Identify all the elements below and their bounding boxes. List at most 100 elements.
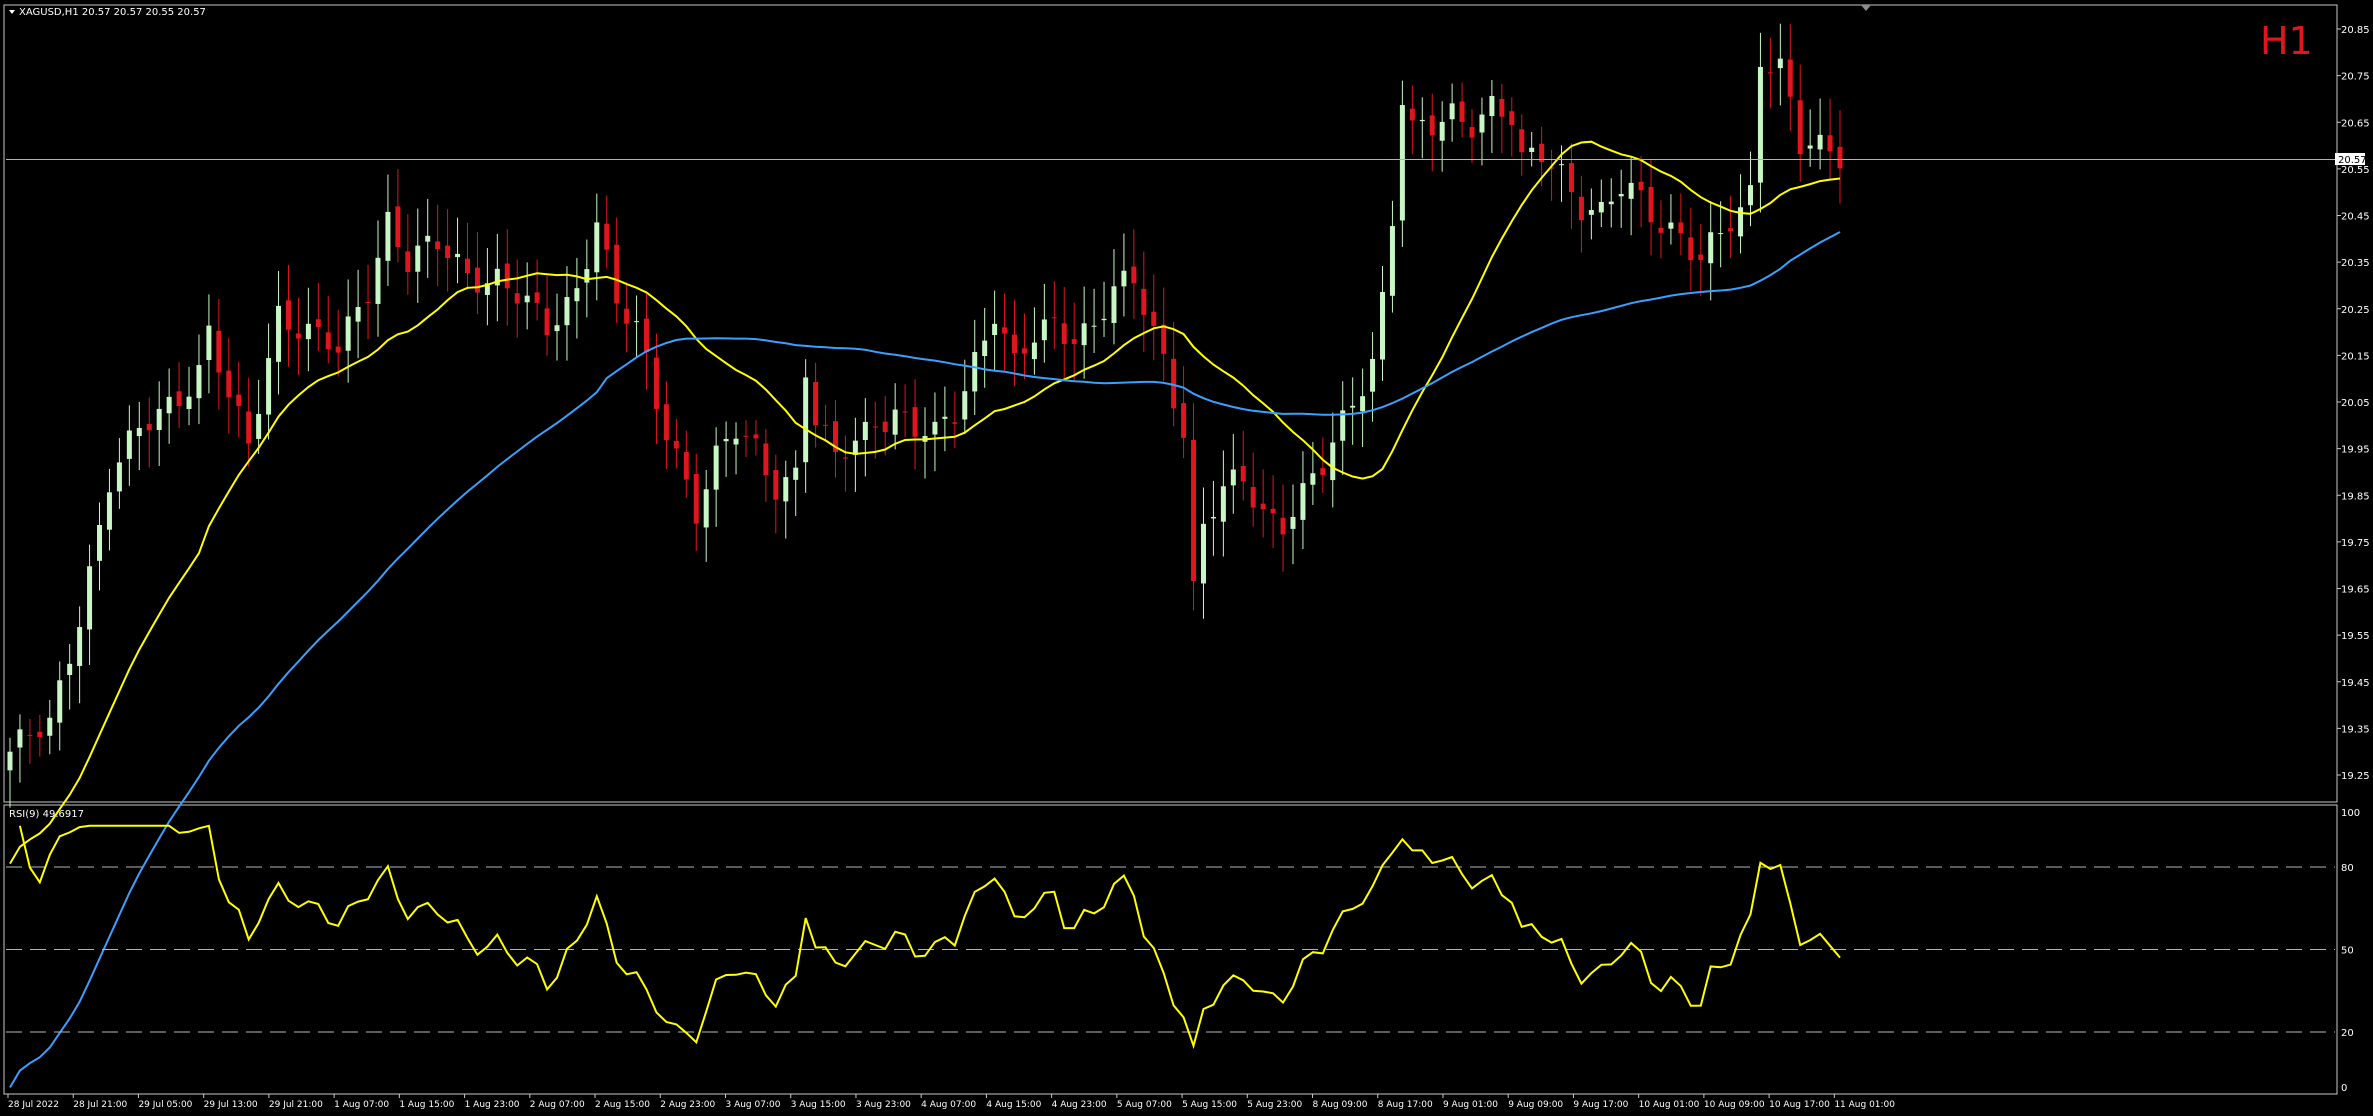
candle-body bbox=[1121, 270, 1127, 287]
price-tick-label: 20.25 bbox=[2341, 305, 2370, 316]
candle-body bbox=[1509, 111, 1515, 125]
candle-body bbox=[1568, 163, 1574, 193]
candle-body bbox=[1529, 147, 1535, 152]
candle-body bbox=[673, 440, 679, 449]
candle-body bbox=[1210, 516, 1216, 519]
candle-body bbox=[435, 241, 441, 250]
candle-body bbox=[216, 330, 222, 373]
candle-body bbox=[87, 566, 93, 630]
candle-body bbox=[1041, 319, 1047, 341]
candle-body bbox=[57, 680, 63, 723]
chart-canvas[interactable]: 20.85 20.75 20.65 20.55 20.45 20.35 20.25 20.15… bbox=[0, 0, 2373, 1116]
candle-body bbox=[723, 438, 729, 442]
candle-body bbox=[574, 288, 580, 302]
candle-body bbox=[1290, 516, 1296, 529]
symbol-header: XAGUSD,H1 20.57 20.57 20.55 20.57 bbox=[19, 7, 206, 18]
time-tick-label: 29 Jul 21:00 bbox=[269, 1100, 323, 1110]
candle-body bbox=[1131, 266, 1137, 284]
candle-body bbox=[1608, 201, 1614, 205]
candle-body bbox=[554, 325, 560, 332]
candle-body bbox=[196, 365, 202, 399]
shift-marker-icon[interactable] bbox=[1861, 5, 1871, 11]
candle-body bbox=[1101, 318, 1107, 321]
candle-body bbox=[1439, 121, 1445, 141]
price-tick-label: 19.55 bbox=[2341, 631, 2370, 642]
candle-body bbox=[743, 435, 749, 437]
time-tick-label: 9 Aug 09:00 bbox=[1508, 1100, 1563, 1110]
price-tick-label: 19.85 bbox=[2341, 491, 2370, 502]
candle-body bbox=[1777, 58, 1783, 69]
trading-chart[interactable]: 20.85 20.75 20.65 20.55 20.45 20.35 20.25 20.15… bbox=[0, 0, 2373, 1116]
candle-body bbox=[693, 474, 699, 524]
candle-body bbox=[1191, 439, 1197, 581]
candle-body bbox=[634, 321, 640, 323]
candle-body bbox=[1728, 228, 1734, 232]
candle-body bbox=[325, 332, 331, 350]
candle-body bbox=[803, 377, 809, 463]
symbol-dropdown-icon[interactable] bbox=[9, 10, 15, 14]
time-tick-label: 3 Aug 07:00 bbox=[725, 1100, 780, 1110]
candle-body bbox=[1161, 324, 1167, 354]
candle-body bbox=[793, 467, 799, 480]
time-tick-label: 9 Aug 17:00 bbox=[1573, 1100, 1628, 1110]
time-tick-label: 2 Aug 23:00 bbox=[660, 1100, 715, 1110]
candle-body bbox=[1628, 182, 1634, 199]
candle-body bbox=[703, 489, 709, 528]
time-tick-label: 4 Aug 15:00 bbox=[986, 1100, 1041, 1110]
candle-body bbox=[733, 438, 739, 445]
time-tick-label: 5 Aug 07:00 bbox=[1117, 1100, 1172, 1110]
candle-body bbox=[176, 391, 182, 406]
candle-body bbox=[1002, 327, 1008, 334]
price-tick-label: 20.15 bbox=[2341, 351, 2370, 362]
candle-body bbox=[624, 308, 630, 324]
candle-body bbox=[285, 300, 291, 330]
candle-body bbox=[1111, 286, 1117, 323]
time-tick-label: 2 Aug 07:00 bbox=[530, 1100, 585, 1110]
time-tick-label: 1 Aug 07:00 bbox=[334, 1100, 389, 1110]
candle-body bbox=[823, 424, 829, 426]
candle-body bbox=[1320, 468, 1326, 475]
candle-body bbox=[1270, 508, 1276, 514]
rsi-tick-label: 20 bbox=[2341, 1028, 2354, 1039]
time-tick-label: 3 Aug 23:00 bbox=[856, 1100, 911, 1110]
price-tick-label: 19.65 bbox=[2341, 585, 2370, 596]
candle-body bbox=[1081, 323, 1087, 346]
candle-body bbox=[544, 308, 550, 336]
candle-body bbox=[1280, 517, 1286, 535]
price-tick-label: 20.45 bbox=[2341, 212, 2370, 223]
candle-body bbox=[1240, 465, 1246, 482]
rsi-line bbox=[18, 824, 1841, 1050]
candle-body bbox=[1787, 59, 1793, 97]
candle-body bbox=[1489, 95, 1495, 117]
candle-body bbox=[1250, 487, 1256, 508]
time-tick-label: 5 Aug 15:00 bbox=[1182, 1100, 1237, 1110]
candle-body bbox=[106, 492, 112, 530]
candle-body bbox=[1648, 186, 1654, 223]
rsi-tick-label: 100 bbox=[2341, 808, 2360, 819]
candle-body bbox=[842, 457, 848, 459]
candle-body bbox=[1797, 100, 1803, 155]
candle-body bbox=[962, 391, 968, 420]
candle-body bbox=[683, 451, 689, 480]
price-tick-label: 19.45 bbox=[2341, 678, 2370, 689]
main-panel-frame bbox=[3, 4, 2338, 803]
candle-body bbox=[1578, 196, 1584, 221]
candle-body bbox=[862, 421, 868, 440]
candle-body bbox=[504, 263, 510, 289]
candle-body bbox=[1479, 114, 1485, 133]
price-tick-label: 19.25 bbox=[2341, 771, 2370, 782]
candle-body bbox=[1230, 469, 1236, 486]
time-tick-label: 28 Jul 21:00 bbox=[73, 1100, 127, 1110]
candle-body bbox=[156, 408, 162, 430]
rsi-header: RSI(9) 49.6917 bbox=[9, 809, 84, 820]
candle-body bbox=[663, 404, 669, 441]
candle-body bbox=[295, 333, 301, 339]
candle-body bbox=[882, 421, 888, 433]
candle-body bbox=[1598, 201, 1604, 213]
candle-body bbox=[1698, 254, 1704, 261]
candle-body bbox=[256, 413, 262, 439]
candle-body bbox=[783, 477, 789, 502]
candle-body bbox=[942, 416, 948, 419]
candle-body bbox=[126, 430, 132, 459]
candle-body bbox=[67, 663, 73, 676]
